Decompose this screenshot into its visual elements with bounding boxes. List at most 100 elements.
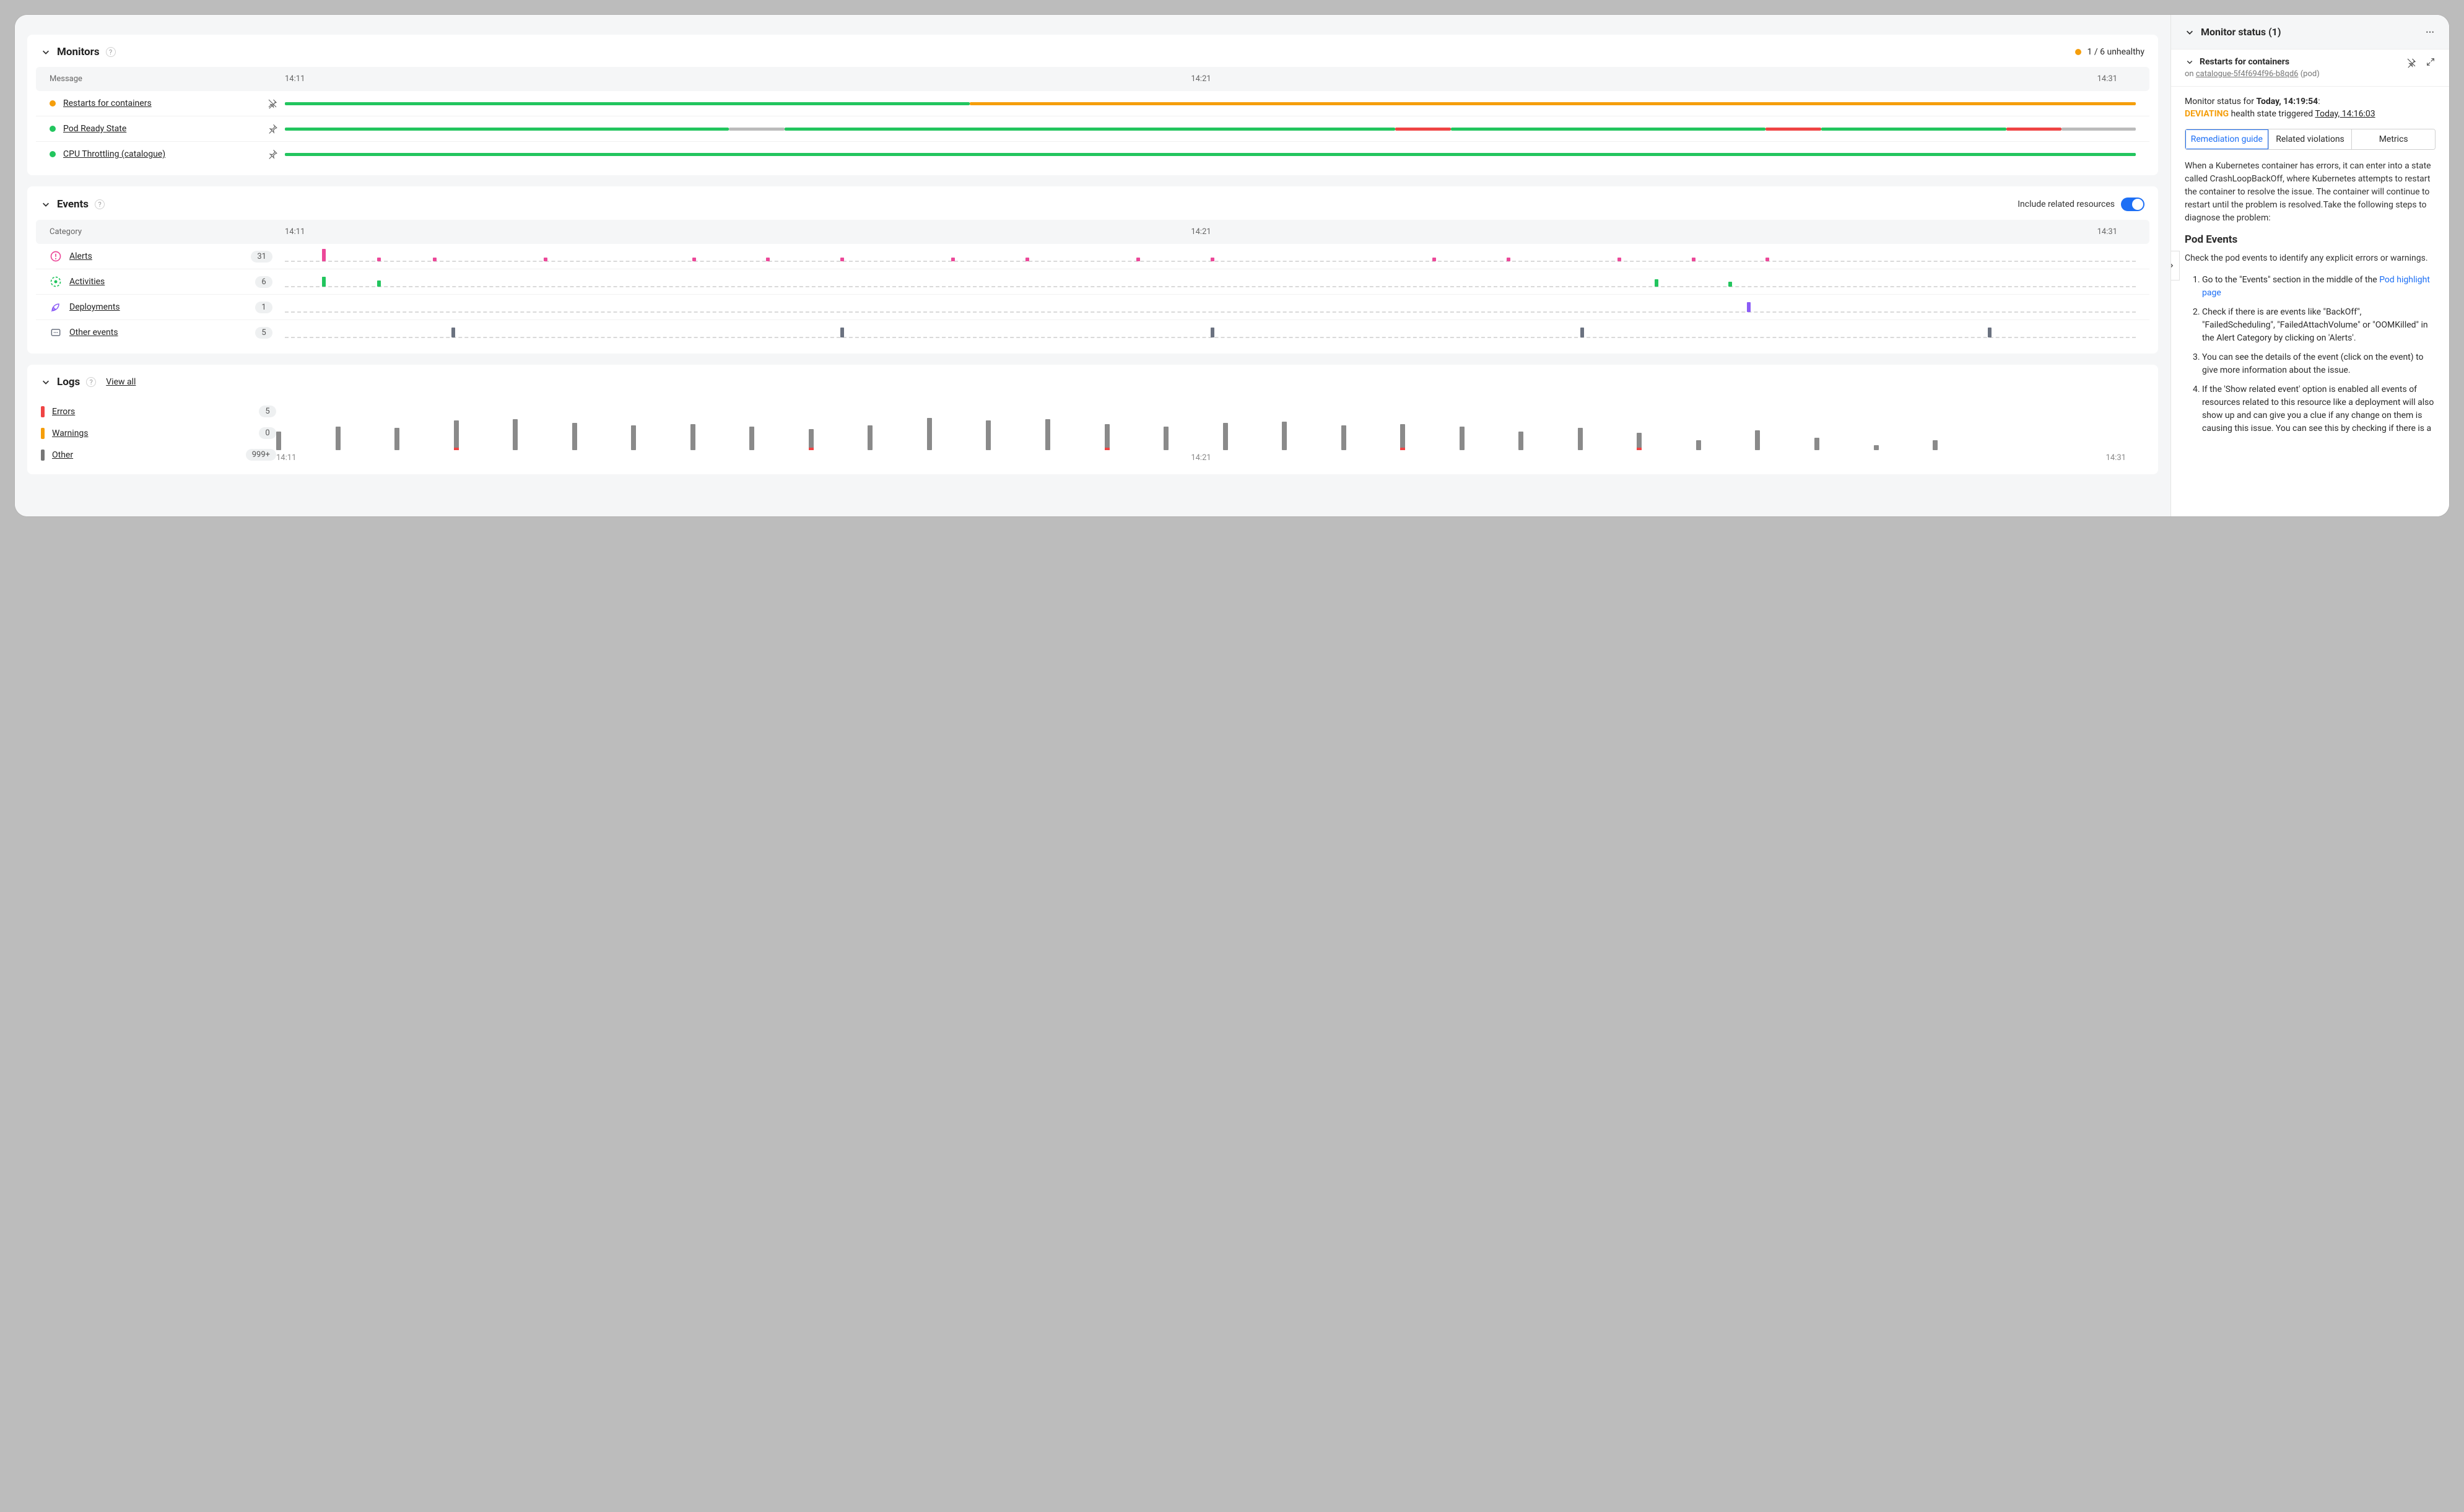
log-bar	[809, 429, 814, 450]
log-bar	[1518, 432, 1523, 450]
logs-categories: Errors 5 Warnings 0 Other 999+	[41, 401, 276, 466]
log-bar	[1105, 424, 1110, 450]
log-bar	[276, 432, 281, 450]
log-cat-link[interactable]: Other	[52, 450, 73, 460]
col-category: Category	[50, 227, 285, 237]
help-icon[interactable]: ?	[95, 199, 105, 209]
monitors-time-axis: 14:11 14:21 14:31	[285, 74, 2136, 84]
log-bar-error	[454, 448, 459, 450]
event-cat-link[interactable]: Other events	[69, 328, 118, 337]
log-bar	[394, 428, 399, 450]
event-cat-link[interactable]: Alerts	[69, 251, 92, 261]
monitors-health-summary: 1 / 6 unhealthy	[2075, 47, 2144, 57]
tab-violations[interactable]: Related violations	[2269, 129, 2353, 149]
log-bar	[1755, 430, 1760, 450]
tab-remediation[interactable]: Remediation guide	[2185, 129, 2269, 149]
deploy-icon	[50, 301, 62, 313]
event-count: 6	[255, 276, 272, 288]
deviating-line: DEVIATING health state triggered Today, …	[2185, 109, 2436, 119]
triggered-time-link[interactable]: Today, 14:16:03	[2315, 109, 2375, 119]
side-body: Monitor status for Today, 14:19:54: DEVI…	[2171, 87, 2449, 516]
monitor-row: Pod Ready State	[36, 116, 2149, 141]
include-related-toggle[interactable]	[2121, 198, 2144, 211]
log-count: 0	[259, 427, 276, 439]
logs-view-all-link[interactable]: View all	[106, 377, 136, 387]
monitors-panel: Monitors ? 1 / 6 unhealthy Message 14:11…	[27, 35, 2158, 175]
chevron-down-icon[interactable]	[41, 199, 51, 209]
event-cat-link[interactable]: Activities	[69, 277, 105, 287]
monitor-row: Restarts for containers	[36, 91, 2149, 116]
side-panel: Monitor status (1) ⋯ Restarts for contai…	[2170, 15, 2449, 516]
log-bar	[1578, 428, 1583, 450]
monitor-timeline	[285, 97, 2136, 110]
resource-link[interactable]: catalogue-5f4f694f96-b8qd6	[2196, 69, 2299, 79]
monitors-table-head: Message 14:11 14:21 14:31	[36, 67, 2149, 91]
monitor-link-restarts[interactable]: Restarts for containers	[63, 98, 152, 108]
more-icon[interactable]: ⋯	[2426, 27, 2436, 37]
activity-icon	[50, 276, 62, 288]
expand-icon[interactable]	[2426, 57, 2436, 71]
side-tabs: Remediation guide Related violations Met…	[2185, 129, 2436, 150]
other-icon	[50, 326, 62, 339]
event-histogram	[285, 301, 2136, 313]
app-window: Monitors ? 1 / 6 unhealthy Message 14:11…	[15, 15, 2449, 516]
log-bar	[927, 418, 932, 450]
main-column: Monitors ? 1 / 6 unhealthy Message 14:11…	[15, 15, 2170, 516]
log-bar	[1164, 427, 1169, 450]
log-count: 5	[259, 406, 276, 417]
log-cat-link[interactable]: Errors	[52, 407, 75, 417]
event-histogram	[285, 250, 2136, 263]
unpin-icon[interactable]	[2406, 57, 2417, 71]
logs-title: Logs	[57, 376, 80, 388]
tab-metrics[interactable]: Metrics	[2352, 129, 2435, 149]
event-count: 5	[255, 327, 272, 339]
log-category: Other 999+	[41, 444, 276, 466]
pin-icon[interactable]	[260, 123, 285, 134]
log-bar-error	[809, 448, 814, 450]
unhealthy-count: 1 / 6 unhealthy	[2087, 47, 2144, 57]
status-line: Monitor status for Today, 14:19:54:	[2185, 97, 2436, 106]
log-bar	[336, 427, 341, 450]
monitors-title: Monitors	[57, 46, 100, 58]
log-bar-error	[1637, 448, 1642, 450]
collapse-handle[interactable]	[2170, 251, 2180, 280]
event-row: Alerts 31	[36, 244, 2149, 269]
guide-step-3: You can see the details of the event (cl…	[2202, 351, 2436, 377]
pin-icon[interactable]	[260, 149, 285, 160]
logs-histogram: 14:11 14:21 14:31	[276, 401, 2144, 463]
monitor-link-podready[interactable]: Pod Ready State	[63, 124, 126, 134]
log-bar-error	[1400, 448, 1405, 450]
guide-step-2: Check if there is are events like "BackO…	[2202, 306, 2436, 345]
log-bar	[1874, 445, 1879, 450]
include-related-label: Include related resources	[2018, 199, 2115, 209]
status-dot	[50, 100, 56, 106]
chevron-down-icon[interactable]	[2185, 57, 2195, 67]
event-row: Activities 6	[36, 269, 2149, 294]
log-count: 999+	[246, 449, 276, 461]
remediation-guide: When a Kubernetes container has errors, …	[2185, 160, 2436, 435]
chevron-down-icon[interactable]	[41, 377, 51, 387]
side-card-title: Restarts for containers	[2200, 57, 2289, 67]
chevron-down-icon[interactable]	[41, 47, 51, 57]
log-cat-link[interactable]: Warnings	[52, 428, 89, 438]
help-icon[interactable]: ?	[106, 47, 116, 57]
monitor-link-cpu[interactable]: CPU Throttling (catalogue)	[63, 149, 165, 159]
log-bar	[868, 425, 873, 450]
log-category: Warnings 0	[41, 422, 276, 444]
event-histogram	[285, 326, 2136, 339]
log-swatch	[41, 406, 45, 417]
log-bar	[572, 423, 577, 450]
side-monitor-card: Restarts for containers on catalogue-5f4…	[2171, 50, 2449, 87]
help-icon[interactable]: ?	[86, 377, 96, 387]
events-table-head: Category 14:11 14:21 14:31	[36, 220, 2149, 244]
status-dot	[50, 126, 56, 132]
events-time-axis: 14:11 14:21 14:31	[285, 227, 2136, 237]
status-dot-orange	[2075, 49, 2081, 55]
event-count: 31	[251, 251, 272, 263]
event-row: Other events 5	[36, 319, 2149, 345]
event-cat-link[interactable]: Deployments	[69, 302, 120, 312]
chevron-down-icon[interactable]	[2185, 27, 2195, 37]
col-message: Message	[50, 74, 285, 84]
unpin-icon[interactable]	[260, 98, 285, 109]
monitor-timeline	[285, 123, 2136, 135]
